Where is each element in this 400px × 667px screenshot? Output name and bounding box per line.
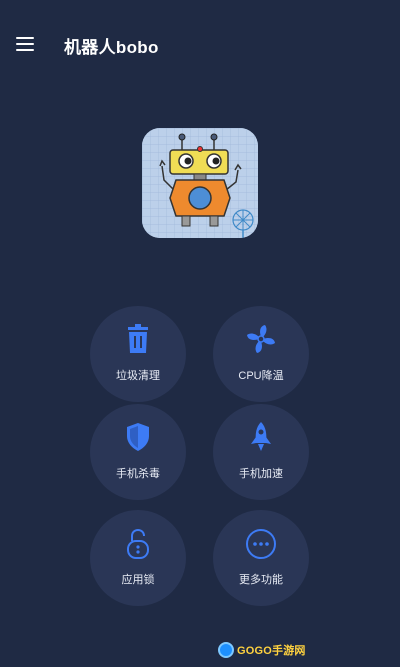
feature-boost-button[interactable]: 手机加速 [213, 404, 309, 500]
menu-icon [16, 37, 34, 39]
fan-icon [213, 324, 309, 354]
robot-image [142, 128, 258, 238]
feature-label: CPU降温 [238, 370, 284, 382]
watermark-text: GOGO手游网 [237, 645, 306, 657]
feature-label: 应用锁 [121, 574, 155, 586]
robot-illustration [142, 128, 258, 238]
feature-label: 手机加速 [239, 468, 283, 480]
feature-label: 手机杀毒 [116, 468, 160, 480]
feature-app-lock-button[interactable]: 应用锁 [90, 510, 186, 606]
feature-junk-clean-button[interactable]: 垃圾清理 [90, 306, 186, 402]
watermark: GOGO手游网 [218, 640, 306, 660]
watermark-logo-icon [218, 642, 234, 658]
feature-antivirus-button[interactable]: 手机杀毒 [90, 404, 186, 500]
feature-label: 垃圾清理 [116, 370, 160, 382]
menu-button[interactable] [14, 33, 36, 53]
rocket-icon [213, 422, 309, 452]
more-icon [213, 528, 309, 559]
feature-cpu-cool-button[interactable]: CPU降温 [213, 306, 309, 402]
unlock-icon [90, 528, 186, 559]
trash-icon [90, 324, 186, 354]
shield-icon [90, 422, 186, 452]
app-title: 机器人bobo [64, 38, 159, 57]
feature-label: 更多功能 [239, 574, 283, 586]
feature-more-button[interactable]: 更多功能 [213, 510, 309, 606]
app-bar: 机器人bobo [0, 0, 400, 88]
